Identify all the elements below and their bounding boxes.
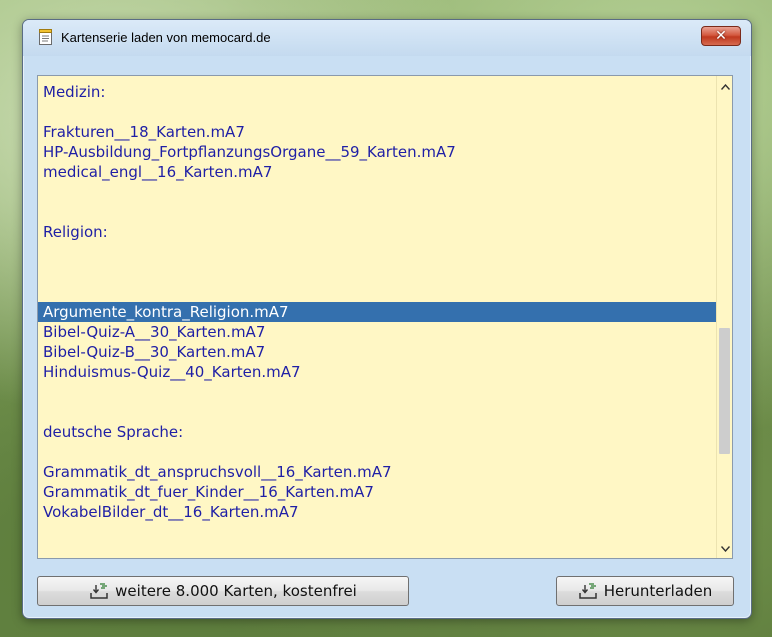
list-content: Medizin: Frakturen__18_Karten.mA7 HP-Ausbi…: [38, 76, 717, 558]
chevron-down-icon: [720, 546, 730, 552]
download-tray-icon: [578, 583, 597, 599]
dialog-window: Kartenserie laden von memocard.de ✕ Medi…: [22, 19, 752, 619]
download-button[interactable]: Herunterladen: [556, 576, 734, 606]
list-item[interactable]: HP-Ausbildung_FortpflanzungsOrgane__59_K…: [38, 142, 717, 162]
chevron-up-icon: [720, 84, 730, 90]
scroll-thumb[interactable]: [719, 328, 730, 454]
vertical-scrollbar[interactable]: [716, 76, 732, 558]
list-item[interactable]: Medizin:: [38, 82, 717, 102]
list-item[interactable]: Bibel-Quiz-B__30_Karten.mA7: [38, 342, 717, 362]
notepad-icon: [37, 28, 55, 46]
list-item[interactable]: Hinduismus-Quiz__40_Karten.mA7: [38, 362, 717, 382]
list-item[interactable]: medical_engl__16_Karten.mA7: [38, 162, 717, 182]
scroll-up-button[interactable]: [717, 78, 732, 96]
card-series-listbox[interactable]: Medizin: Frakturen__18_Karten.mA7 HP-Ausbi…: [37, 75, 733, 559]
more-cards-label: weitere 8.000 Karten, kostenfrei: [115, 582, 357, 600]
list-item[interactable]: Argumente_kontra_Religion.mA7: [38, 302, 717, 322]
list-item[interactable]: VokabelBilder_dt__16_Karten.mA7: [38, 502, 717, 522]
list-item[interactable]: Religion:: [38, 222, 717, 242]
close-button[interactable]: ✕: [701, 26, 741, 46]
scroll-down-button[interactable]: [717, 540, 732, 558]
list-item[interactable]: deutsche Sprache:: [38, 422, 717, 442]
download-label: Herunterladen: [603, 582, 713, 600]
list-item[interactable]: Frakturen__18_Karten.mA7: [38, 122, 717, 142]
close-icon: ✕: [715, 28, 727, 44]
download-tray-icon: [90, 583, 108, 599]
list-item[interactable]: Grammatik_dt_fuer_Kinder__16_Karten.mA7: [38, 482, 717, 502]
window-title: Kartenserie laden von memocard.de: [61, 30, 271, 45]
list-item[interactable]: Bibel-Quiz-A__30_Karten.mA7: [38, 322, 717, 342]
more-cards-button[interactable]: weitere 8.000 Karten, kostenfrei: [37, 576, 409, 606]
title-bar[interactable]: Kartenserie laden von memocard.de ✕: [23, 20, 751, 56]
list-item[interactable]: Grammatik_dt_anspruchsvoll__16_Karten.mA…: [38, 462, 717, 482]
